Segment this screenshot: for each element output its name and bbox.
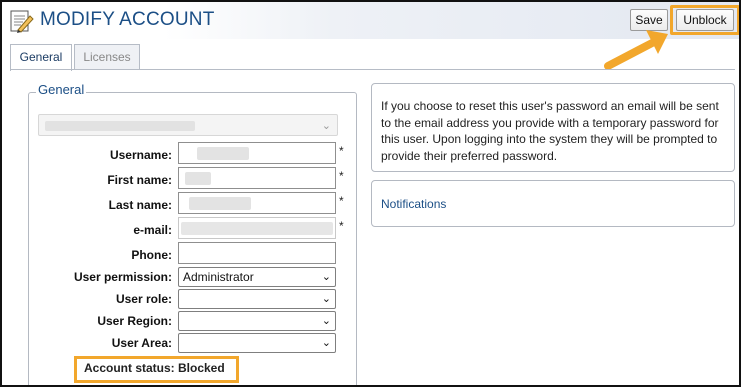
phone-field[interactable] — [178, 242, 336, 264]
chevron-down-icon: ⌄ — [321, 120, 331, 132]
callout-arrow-icon — [604, 30, 668, 70]
phone-label: Phone: — [131, 248, 172, 262]
username-label: Username: — [109, 148, 172, 162]
required-marker: * — [339, 144, 344, 158]
username-field[interactable] — [178, 142, 336, 164]
user-region-label: User Region: — [97, 314, 172, 328]
unblock-button[interactable]: Unblock — [676, 9, 734, 31]
user-role-label: User role: — [115, 292, 172, 306]
modify-account-window: MODIFY ACCOUNT Save Unblock General Lice… — [0, 0, 741, 387]
user-role-select[interactable]: ⌄ — [178, 289, 336, 309]
account-status-label: Account status: — [84, 361, 175, 375]
first-name-field[interactable] — [178, 167, 336, 189]
user-region-select[interactable]: ⌄ — [178, 311, 336, 331]
redacted-value — [197, 147, 249, 160]
tab-licenses[interactable]: Licenses — [74, 44, 140, 70]
last-name-field[interactable] — [178, 192, 336, 214]
required-marker: * — [339, 169, 344, 183]
user-permission-select[interactable]: Administrator ⌄ — [178, 267, 336, 287]
user-area-label: User Area: — [111, 336, 172, 350]
notifications-panel[interactable]: Notifications — [371, 180, 735, 227]
email-field[interactable] — [178, 217, 336, 239]
redacted-value — [181, 222, 333, 235]
account-status-value: Blocked — [178, 361, 225, 375]
general-legend: General — [36, 82, 87, 97]
chevron-down-icon: ⌄ — [321, 293, 331, 305]
chevron-down-icon: ⌄ — [321, 271, 331, 283]
chevron-down-icon: ⌄ — [321, 315, 331, 327]
user-permission-label: User permission: — [73, 270, 172, 284]
notifications-link[interactable]: Notifications — [381, 197, 446, 211]
first-name-label: First name: — [107, 173, 172, 187]
password-reset-info-panel: If you choose to reset this user's passw… — [371, 83, 735, 172]
user-area-select[interactable]: ⌄ — [178, 333, 336, 353]
document-edit-icon — [10, 10, 34, 33]
redacted-value — [185, 172, 211, 185]
required-marker: * — [339, 219, 344, 233]
required-marker: * — [339, 194, 344, 208]
tab-general[interactable]: General — [10, 44, 72, 71]
account-selector-dropdown[interactable]: ⌄ — [38, 114, 338, 136]
chevron-down-icon: ⌄ — [321, 337, 331, 349]
user-permission-value: Administrator — [183, 270, 254, 284]
redacted-value — [189, 197, 251, 210]
email-label: e-mail: — [133, 223, 172, 237]
redacted-value — [45, 121, 195, 131]
tab-divider — [10, 69, 735, 70]
last-name-label: Last name: — [108, 198, 172, 212]
page-title: MODIFY ACCOUNT — [40, 9, 215, 30]
